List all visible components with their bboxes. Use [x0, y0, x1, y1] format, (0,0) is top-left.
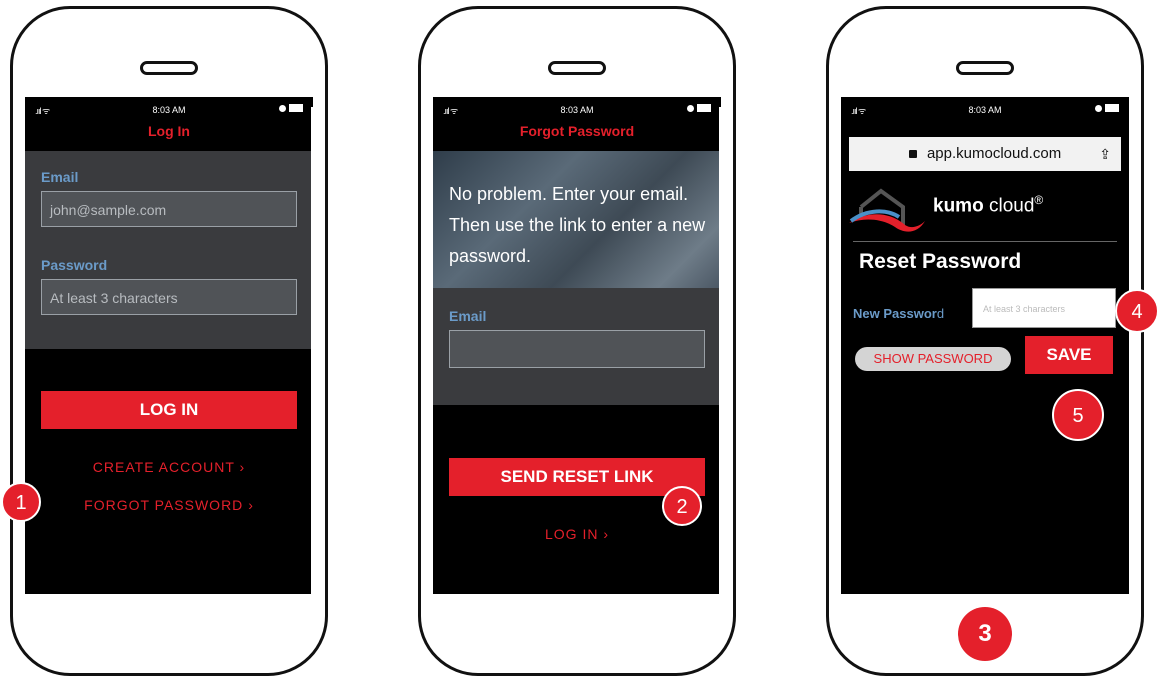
forgot-form: Email [433, 288, 721, 405]
message-banner: No problem. Enter your email. Then use t… [433, 151, 721, 288]
status-bar: .ııl ᯤ 8:03 AM [433, 97, 721, 123]
step-badge-3: 3 [958, 607, 1012, 661]
battery-icon [279, 104, 303, 112]
browser-url-bar[interactable]: app.kumocloud.com ⇪ [849, 137, 1121, 171]
lock-icon [908, 150, 917, 159]
email-label: Email [41, 169, 79, 185]
login-screen: .ııl ᯤ 8:03 AM Log In Email john@sample.… [25, 97, 313, 594]
email-label: Email [449, 308, 487, 324]
logo-divider [853, 241, 1117, 242]
password-input[interactable]: At least 3 characters [41, 279, 297, 315]
battery-icon [687, 104, 711, 112]
status-time: 8:03 AM [152, 105, 186, 115]
chevron-right-icon: › [248, 497, 254, 513]
phone-speaker [140, 61, 198, 75]
login-link[interactable]: LOG IN › [433, 526, 721, 542]
step-badge-5: 5 [1052, 389, 1104, 441]
registered-mark: ® [1034, 193, 1044, 207]
step-badge-4: 4 [1115, 289, 1159, 333]
chevron-right-icon: › [239, 459, 246, 475]
status-bar: .ııl ᯤ 8:03 AM [841, 97, 1129, 123]
reset-screen: .ııl ᯤ 8:03 AM app.kumocloud.com ⇪ kumo … [841, 97, 1129, 594]
new-password-label: New Password [853, 306, 945, 321]
page-title: Reset Password [859, 250, 1022, 273]
screen-edge [311, 107, 313, 594]
status-time: 8:03 AM [968, 105, 1002, 115]
login-label: LOG IN [544, 526, 599, 542]
chevron-right-icon: › [603, 526, 610, 542]
phone-reset: .ııl ᯤ 8:03 AM app.kumocloud.com ⇪ kumo … [826, 6, 1144, 676]
email-input[interactable] [449, 330, 705, 368]
brand-name: kumo cloud® [933, 193, 1043, 217]
page-title: Log In [148, 123, 190, 139]
show-password-toggle[interactable]: SHOW PASSWORD [855, 347, 1011, 371]
share-icon[interactable]: ⇪ [1099, 137, 1111, 171]
phone-forgot: .ııl ᯤ 8:03 AM Forgot Password No proble… [418, 6, 736, 676]
page-title: Forgot Password [519, 123, 635, 139]
kumo-logo: kumo cloud® [841, 179, 1129, 241]
login-form: Email john@sample.com Password At least … [25, 151, 313, 349]
new-password-input[interactable]: At least 3 characters [972, 288, 1116, 328]
phone-speaker [956, 61, 1014, 75]
forgot-password-label: FORGOT PASSWORD [84, 497, 244, 513]
password-label: Password [41, 257, 108, 273]
login-button[interactable]: LOG IN [41, 391, 297, 429]
status-time: 8:03 AM [560, 105, 594, 115]
phone-login: .ııl ᯤ 8:03 AM Log In Email john@sample.… [10, 6, 328, 676]
forgot-password-link[interactable]: FORGOT PASSWORD › [25, 497, 313, 513]
brand-bold: kumo [933, 195, 984, 217]
battery-icon [1095, 104, 1119, 112]
save-button[interactable]: SAVE [1025, 336, 1113, 374]
screen-edge [719, 107, 721, 594]
status-bar: .ııl ᯤ 8:03 AM [25, 97, 313, 123]
brand-rest: cloud [983, 195, 1035, 217]
new-password-row: New Password At least 3 characters [841, 288, 1129, 330]
phone-speaker [548, 61, 606, 75]
create-account-label: CREATE ACCOUNT [92, 459, 235, 475]
kumo-house-icon [849, 188, 925, 232]
email-input[interactable]: john@sample.com [41, 191, 297, 227]
url-text: app.kumocloud.com [926, 145, 1062, 162]
send-reset-link-button[interactable]: SEND RESET LINK [449, 458, 705, 496]
step-badge-1: 1 [1, 482, 41, 522]
instruction-text: No problem. Enter your email. Then use t… [449, 184, 706, 266]
actions-row: SHOW PASSWORD SAVE [841, 336, 1129, 376]
step-badge-2: 2 [662, 486, 702, 526]
create-account-link[interactable]: CREATE ACCOUNT › [25, 459, 313, 475]
